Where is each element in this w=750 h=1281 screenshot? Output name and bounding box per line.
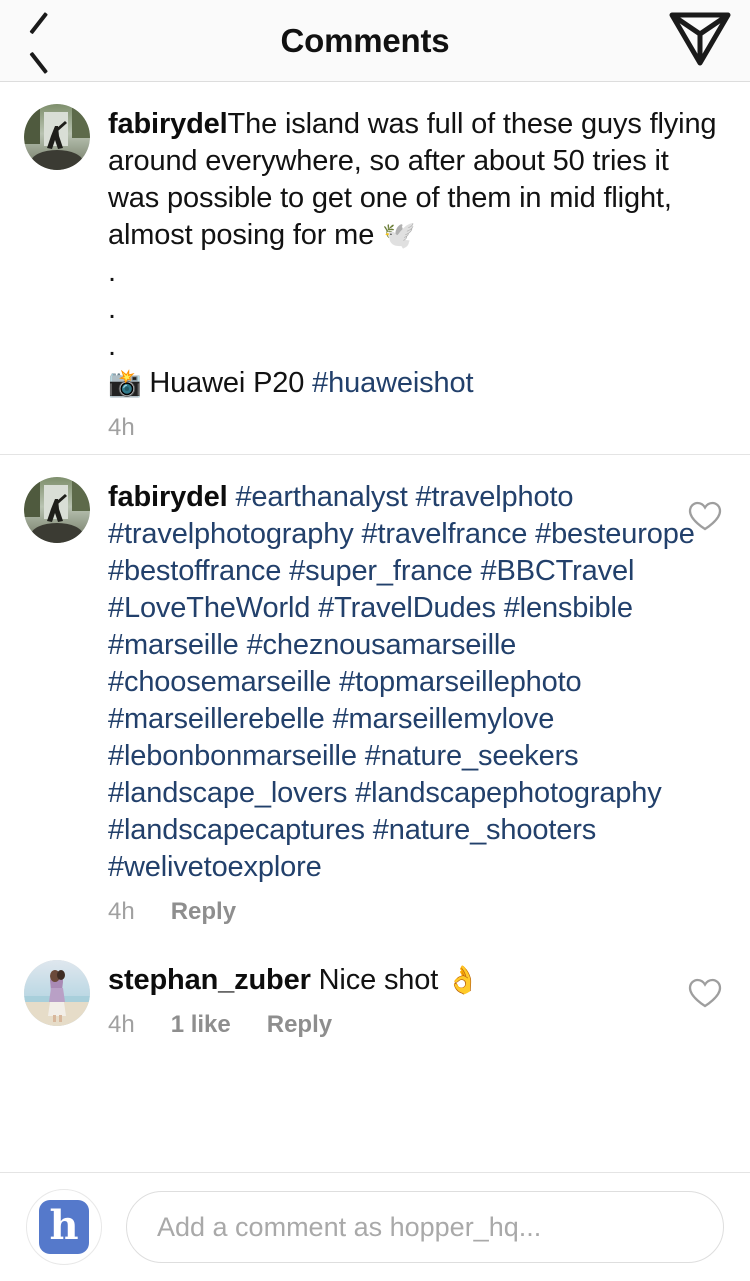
comment-body: fabirydel #earthanalyst #travelphoto #tr… [108, 477, 726, 926]
add-comment-input[interactable] [126, 1191, 724, 1263]
avatar[interactable] [24, 477, 90, 543]
avatar[interactable] [24, 960, 90, 1026]
comment-dot-line: . [108, 330, 117, 362]
comment-username[interactable]: stephan_zuber [108, 964, 311, 996]
comment-body: fabirydelThe island was full of these gu… [108, 104, 726, 442]
comment-composer: h [0, 1172, 750, 1281]
comment-timestamp: 4h [108, 414, 135, 441]
like-heart-icon[interactable] [688, 499, 722, 533]
app-header: Comments [0, 0, 750, 82]
comment-username[interactable]: fabirydel [108, 108, 228, 140]
comment-timestamp: 4h [108, 1011, 135, 1038]
back-button[interactable] [0, 0, 80, 82]
comment-item[interactable]: fabirydelThe island was full of these gu… [0, 82, 750, 454]
comment-meta: 4h [108, 414, 726, 442]
comment-timestamp: 4h [108, 898, 135, 925]
comment-username[interactable]: fabirydel [108, 481, 228, 513]
comment-dot-line: . [108, 256, 117, 288]
camera-emoji: 📸 [108, 368, 142, 399]
ok-hand-emoji: 👌 [446, 965, 480, 996]
comment-item[interactable]: stephan_zuber Nice shot 👌 4h 1 like Repl… [0, 938, 750, 1051]
comment-body: stephan_zuber Nice shot 👌 4h 1 like Repl… [108, 960, 726, 1039]
hashtag-list[interactable]: #earthanalyst #travelphoto #travelphotog… [108, 481, 695, 883]
current-user-avatar[interactable]: h [26, 1189, 102, 1265]
comment-item[interactable]: fabirydel #earthanalyst #travelphoto #tr… [0, 454, 750, 938]
dove-emoji: 🕊️ [382, 220, 416, 251]
comments-list[interactable]: fabirydelThe island was full of these gu… [0, 82, 750, 1172]
reply-button[interactable]: Reply [171, 898, 236, 926]
paper-plane-icon [669, 9, 731, 72]
hashtag-link[interactable]: #huaweishot [312, 367, 473, 399]
hopper-hq-logo: h [39, 1200, 89, 1254]
comment-meta: 4h 1 like Reply [108, 1011, 726, 1039]
comment-message: Nice shot [318, 964, 447, 996]
comment-text: fabirydelThe island was full of these gu… [108, 106, 726, 254]
comment-tail-line: 📸 Huawei P20 #huaweishot [108, 365, 726, 402]
reply-button[interactable]: Reply [267, 1011, 332, 1039]
share-button[interactable] [650, 0, 750, 82]
comment-text: fabirydel #earthanalyst #travelphoto #tr… [108, 479, 726, 886]
comment-dot-line: . [108, 293, 117, 325]
camera-model-text: Huawei P20 [149, 367, 313, 399]
comment-meta: 4h Reply [108, 898, 726, 926]
avatar[interactable] [24, 104, 90, 170]
page-title: Comments [280, 21, 450, 59]
like-heart-icon[interactable] [688, 976, 722, 1010]
like-count[interactable]: 1 like [171, 1011, 231, 1039]
chevron-left-icon [27, 18, 53, 64]
comment-text: stephan_zuber Nice shot 👌 [108, 962, 726, 999]
